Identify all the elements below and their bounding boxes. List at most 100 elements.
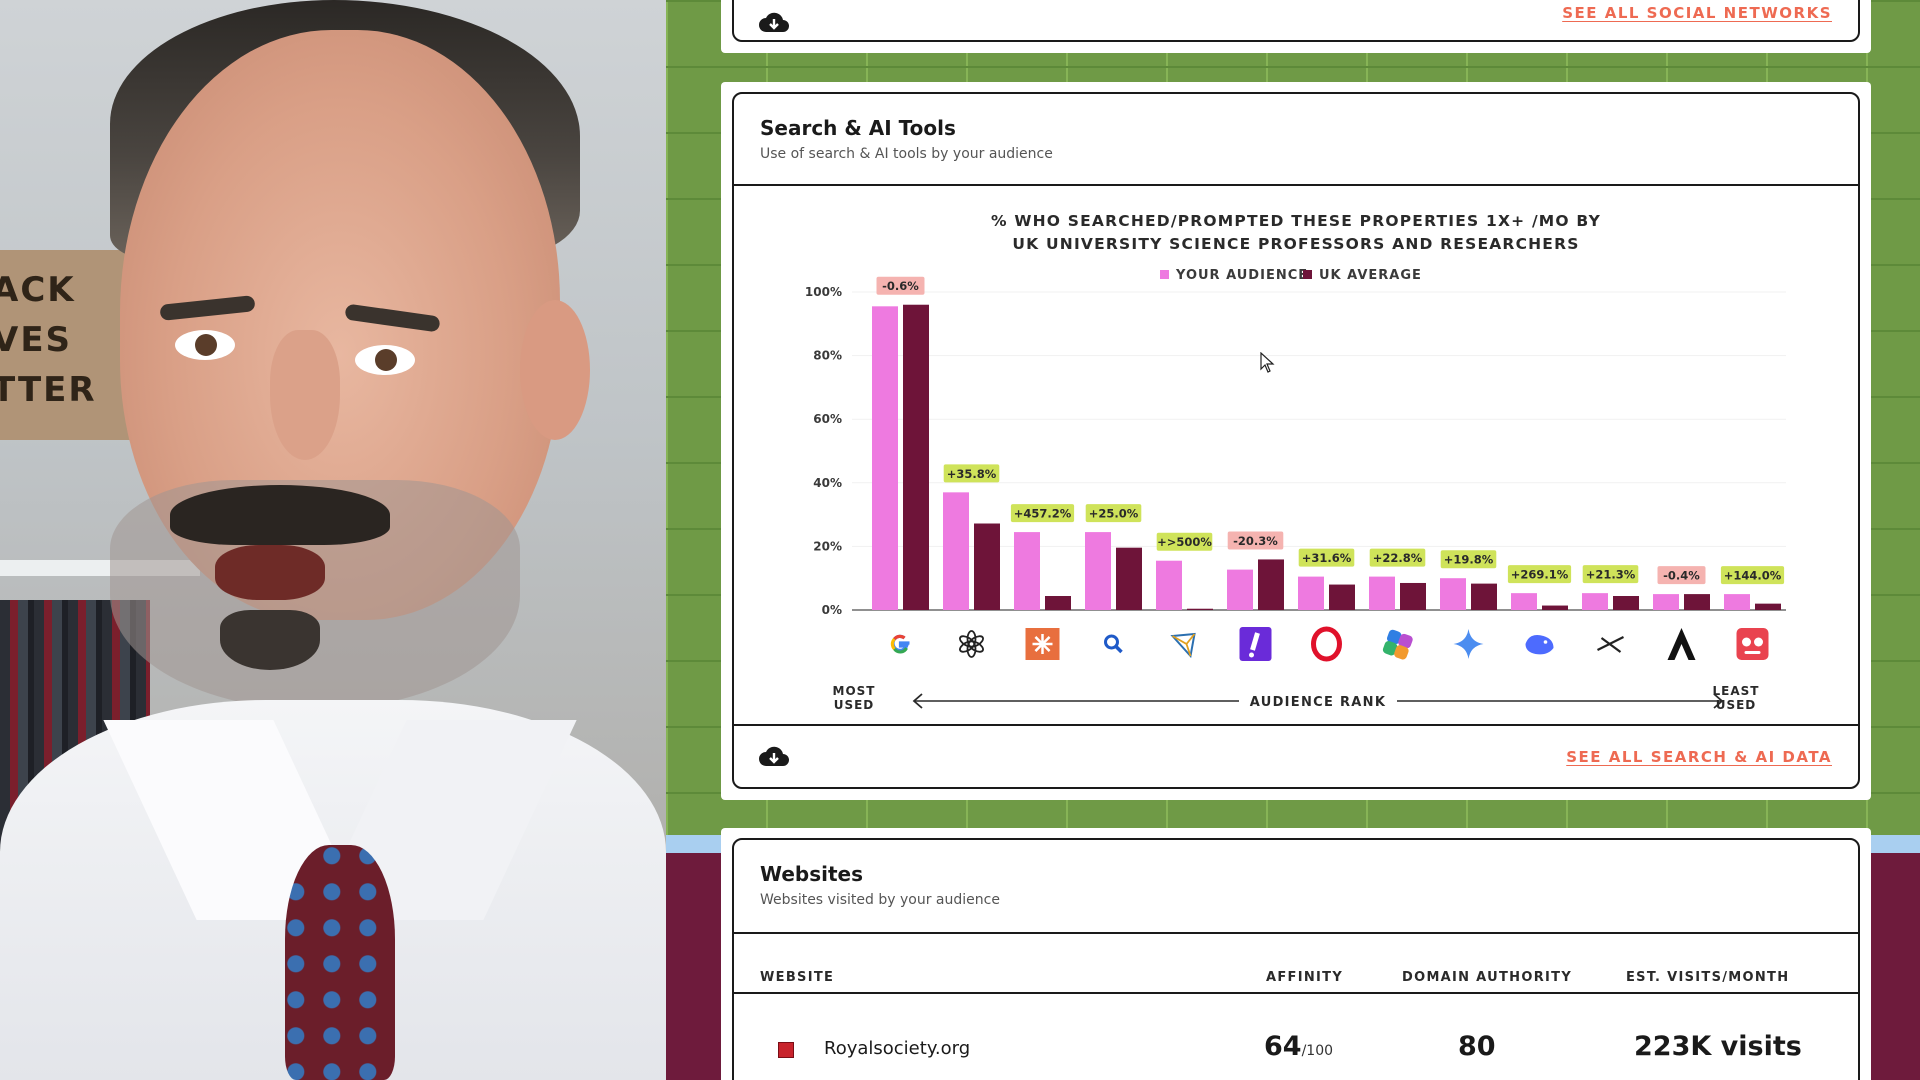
column-header-affinity[interactable]: AFFINITY (1266, 970, 1343, 985)
data-label: +269.1% (1511, 568, 1569, 582)
data-label: +22.8% (1373, 551, 1423, 565)
presenter-mouth (215, 545, 325, 600)
data-label: +19.8% (1444, 553, 1494, 567)
y-tick-label: 100% (805, 285, 842, 299)
grok-icon (1597, 636, 1624, 653)
search-icon (1104, 634, 1123, 654)
search-ai-tools-card: Search & AI Tools Use of search & AI too… (732, 92, 1860, 789)
presenter-tie (285, 845, 395, 1080)
legend-label: YOUR AUDIENCE (1175, 268, 1308, 283)
data-label: +>500% (1157, 535, 1212, 549)
divider (734, 724, 1858, 726)
cloud-download-icon[interactable] (758, 10, 790, 36)
search-ai-bar-chart: % WHO SEARCHED/PROMPTED THESE PROPERTIES… (805, 212, 1786, 712)
bar-your-audience (1369, 576, 1395, 610)
x-axis-most-used: USED (834, 698, 875, 712)
domain-authority-value: 80 (1458, 1031, 1496, 1062)
site-favicon-icon (778, 1042, 794, 1058)
presenter-eye (355, 345, 415, 375)
data-label: -0.4% (1663, 569, 1700, 583)
yahoo-icon (1239, 627, 1272, 661)
see-all-search-ai-data-link[interactable]: SEE ALL SEARCH & AI DATA (1566, 748, 1832, 766)
column-header-domain-authority[interactable]: DOMAIN AUTHORITY (1402, 970, 1572, 985)
data-label: +21.3% (1586, 568, 1636, 582)
bar-uk-average (1045, 596, 1071, 610)
bar-uk-average (1116, 547, 1142, 610)
presenter-mustache (170, 485, 390, 545)
presenter-goatee (220, 610, 320, 670)
legend-swatch (1160, 270, 1169, 279)
data-label: -20.3% (1233, 534, 1278, 548)
webcam-feed: ACK VES TTER (0, 0, 666, 1080)
bar-uk-average (1329, 584, 1355, 610)
legend-swatch (1303, 270, 1312, 279)
y-tick-label: 60% (813, 412, 842, 426)
divider (734, 932, 1858, 934)
background-sign: ACK VES TTER (0, 250, 130, 440)
card-subtitle: Websites visited by your audience (760, 892, 1000, 908)
character-ai-icon (1736, 628, 1769, 660)
deepseek-icon (1525, 635, 1554, 655)
bar-uk-average (974, 523, 1000, 610)
y-tick-label: 80% (813, 349, 842, 363)
mouse-cursor-icon (1260, 352, 1275, 373)
y-tick-label: 20% (813, 539, 842, 553)
chatgpt-icon (959, 630, 984, 658)
presenter-eye (175, 330, 235, 360)
bar-your-audience (1014, 532, 1040, 610)
column-header-website[interactable]: WEBSITE (760, 970, 834, 985)
claude-icon (1025, 628, 1060, 660)
bar-your-audience (1227, 569, 1253, 610)
bar-your-audience (1511, 593, 1537, 610)
google-icon (890, 634, 910, 654)
opera-icon (1311, 626, 1342, 662)
divider (734, 992, 1858, 994)
bar-uk-average (1400, 582, 1426, 610)
bar-your-audience (943, 492, 969, 610)
data-label: +31.6% (1302, 551, 1352, 565)
bar-your-audience (1440, 578, 1466, 610)
poe-icon (1667, 628, 1696, 660)
data-label: +25.0% (1089, 507, 1139, 521)
bar-uk-average (1258, 559, 1284, 610)
bar-uk-average (1187, 608, 1213, 610)
bar-uk-average (1755, 603, 1781, 610)
legend-label: UK AVERAGE (1319, 268, 1422, 283)
data-label: +144.0% (1724, 569, 1782, 583)
x-axis-least-used: LEAST (1713, 684, 1760, 698)
chart-title: % WHO SEARCHED/PROMPTED THESE PROPERTIES… (991, 212, 1601, 230)
presenter-nose (270, 330, 340, 460)
bar-uk-average (1471, 583, 1497, 610)
gemini-icon (1453, 629, 1484, 659)
bar-uk-average (1542, 605, 1568, 610)
bar-your-audience (1085, 532, 1111, 610)
websites-card: Websites Websites visited by your audien… (732, 838, 1860, 1080)
bar-your-audience (1298, 576, 1324, 610)
y-tick-label: 40% (813, 476, 842, 490)
bar-your-audience (1582, 593, 1608, 610)
x-axis-most-used: MOST (833, 684, 876, 698)
site-name[interactable]: Royalsociety.org (824, 1038, 970, 1059)
bar-uk-average (903, 304, 929, 610)
bar-uk-average (1684, 594, 1710, 610)
copilot-icon (1382, 629, 1413, 660)
visits-value: 223K visits (1634, 1031, 1802, 1062)
chart-title: UK UNIVERSITY SCIENCE PROFESSORS AND RES… (1012, 235, 1579, 253)
column-header-visits[interactable]: EST. VISITS/MONTH (1626, 970, 1789, 985)
presenter-ear (520, 300, 590, 440)
affinity-value: 64/100 (1264, 1031, 1334, 1062)
data-label: -0.6% (882, 279, 919, 293)
cloud-download-icon[interactable] (758, 744, 790, 770)
bar-uk-average (1613, 596, 1639, 610)
bar-your-audience (1156, 560, 1182, 610)
social-networks-card: SEE ALL SOCIAL NETWORKS (732, 0, 1860, 42)
bar-your-audience (1724, 594, 1750, 610)
card-subtitle: Use of search & AI tools by your audienc… (760, 146, 1053, 162)
data-label: +35.8% (947, 467, 997, 481)
see-all-social-networks-link[interactable]: SEE ALL SOCIAL NETWORKS (1562, 4, 1832, 22)
x-axis-label: AUDIENCE RANK (1250, 695, 1386, 710)
perplexity-icon (1170, 632, 1196, 659)
report-page[interactable]: SEE ALL SOCIAL NETWORKS Search & AI Tool… (666, 0, 1920, 1080)
affinity-suffix: /100 (1301, 1043, 1334, 1059)
bar-your-audience (1653, 594, 1679, 610)
